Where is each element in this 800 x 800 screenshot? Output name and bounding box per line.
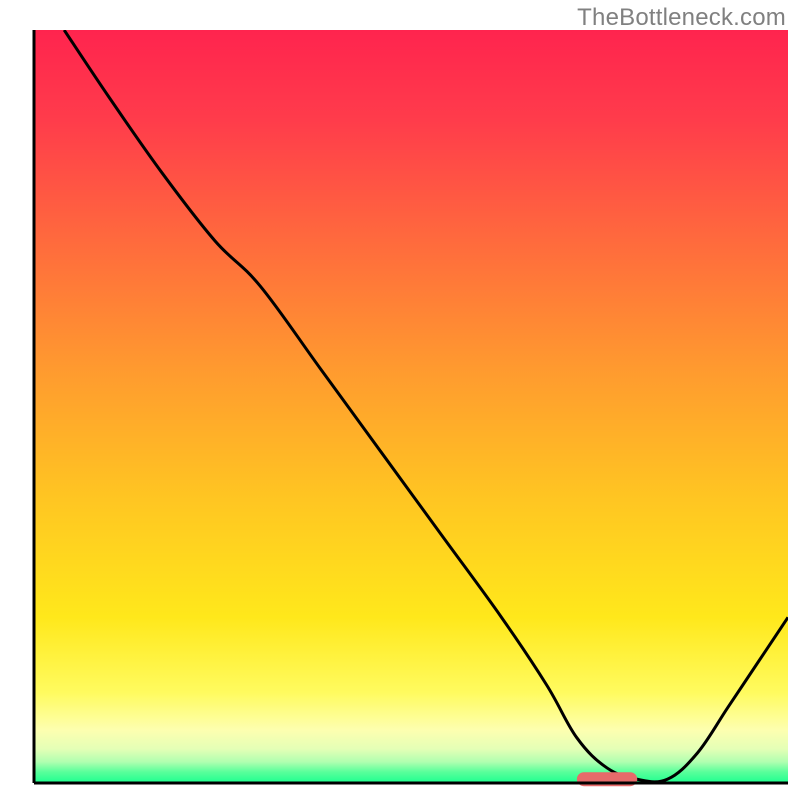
plot-background xyxy=(34,30,788,783)
chart-container: TheBottleneck.com xyxy=(0,0,800,800)
chart-svg xyxy=(0,0,800,800)
